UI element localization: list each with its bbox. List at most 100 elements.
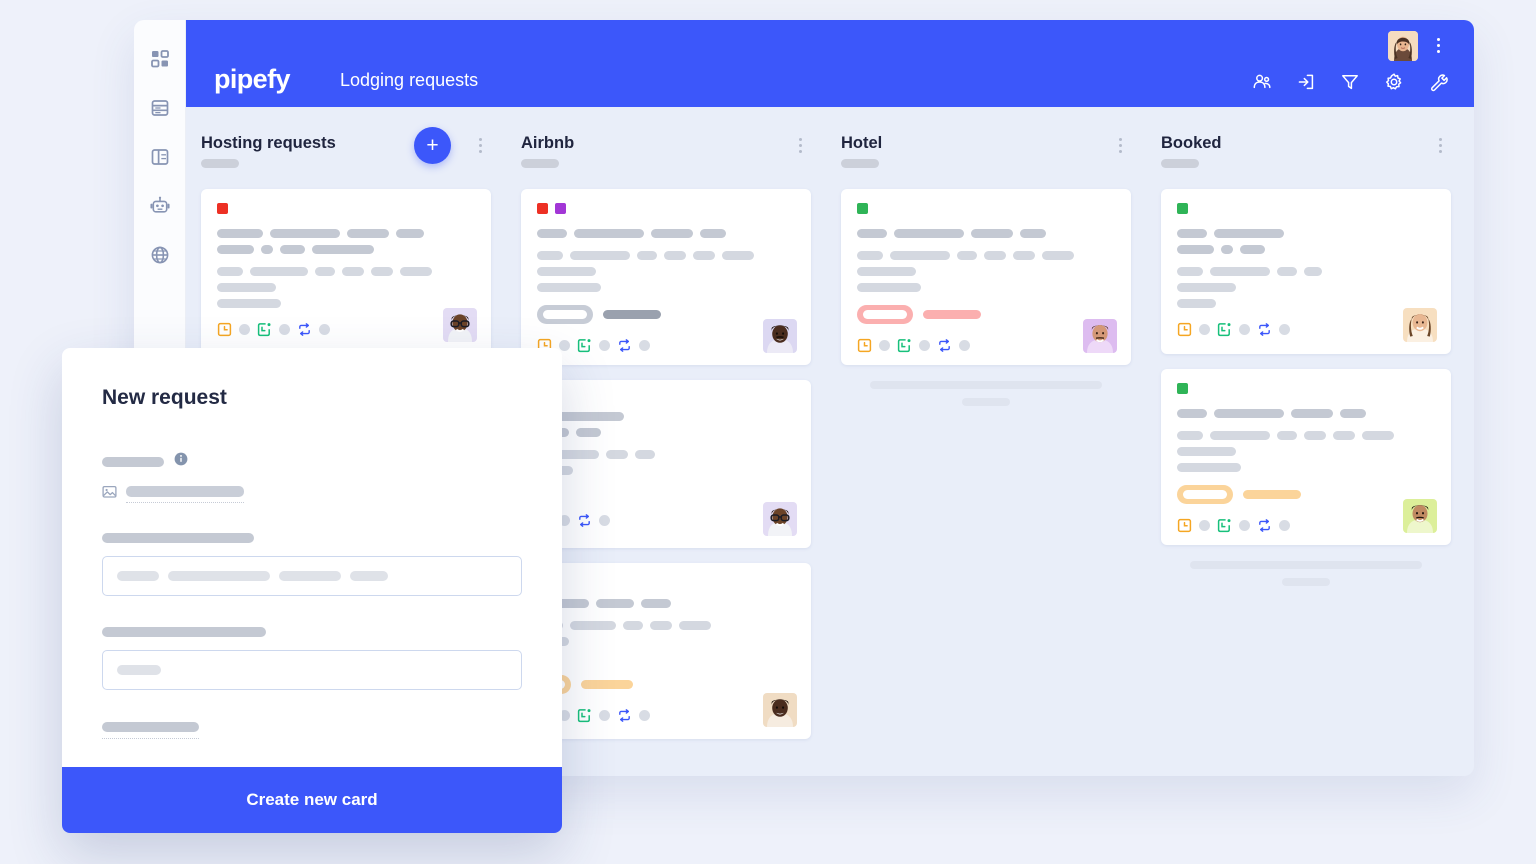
image-field-icon[interactable]: [102, 485, 117, 504]
clock-icon: [1177, 518, 1192, 533]
board-card[interactable]: [1161, 369, 1451, 545]
column-menu-button[interactable]: [1433, 135, 1447, 155]
column-title: Booked: [1161, 134, 1222, 152]
card-text-placeholder: [537, 599, 795, 608]
card-text-placeholder: [537, 450, 795, 459]
calendar-icon: [577, 708, 592, 723]
card-meta-placeholder: [599, 710, 610, 721]
card-avatar: [1083, 319, 1117, 353]
card-text-placeholder: [537, 466, 795, 475]
board-card[interactable]: [201, 189, 491, 354]
request-detail-input[interactable]: [102, 556, 522, 596]
ghost-bar: [962, 398, 1010, 406]
card-text-placeholder: [1177, 229, 1435, 238]
column-load-more-placeholder: [841, 381, 1131, 406]
robot-icon[interactable]: [147, 193, 173, 219]
card-text-placeholder: [1177, 299, 1435, 308]
input-value-placeholder: [117, 665, 161, 675]
card-footer: [537, 708, 795, 723]
board-card[interactable]: [1161, 189, 1451, 354]
database-icon[interactable]: [147, 95, 173, 121]
board-card[interactable]: [841, 189, 1131, 365]
create-new-card-label: Create new card: [246, 790, 378, 809]
card-avatar: [1403, 308, 1437, 342]
card-badge-bar: [581, 680, 633, 689]
filter-icon[interactable]: [1340, 72, 1360, 92]
board-layout-icon[interactable]: [147, 144, 173, 170]
import-icon[interactable]: [1296, 72, 1316, 92]
clock-icon: [217, 322, 232, 337]
calendar-icon: [577, 338, 592, 353]
card-meta-placeholder: [1239, 520, 1250, 531]
card-text-placeholder: [537, 653, 795, 662]
sync-icon: [577, 513, 592, 528]
calendar-icon: [1217, 518, 1232, 533]
column-title: Airbnb: [521, 134, 575, 152]
sync-icon: [937, 338, 952, 353]
board-card[interactable]: [521, 189, 811, 365]
sync-icon: [1257, 322, 1272, 337]
sync-icon: [617, 338, 632, 353]
card-text-placeholder: [1177, 245, 1435, 254]
card-label-swatch: [537, 203, 548, 214]
card-meta-placeholder: [239, 324, 250, 335]
card-meta-placeholder: [1279, 324, 1290, 335]
form-field-label-placeholder: [102, 533, 254, 543]
column-menu-button[interactable]: [473, 135, 487, 155]
wrench-icon[interactable]: [1428, 72, 1448, 92]
new-request-modal: New request Create new card: [62, 348, 562, 833]
column-menu-button[interactable]: [1113, 135, 1127, 155]
card-meta-placeholder: [639, 710, 650, 721]
column-header: Airbnb: [521, 129, 811, 189]
request-note-input[interactable]: [102, 650, 522, 690]
card-text-placeholder: [537, 482, 795, 491]
create-new-card-button[interactable]: Create new card: [62, 767, 562, 833]
card-status-badge: [1177, 485, 1233, 504]
card-text-placeholder: [537, 637, 795, 646]
card-meta-placeholder: [639, 340, 650, 351]
screen-root: pipefy Lodging requests Hosting requests…: [0, 0, 1536, 864]
page-title: Lodging requests: [340, 70, 479, 90]
globe-icon[interactable]: [147, 242, 173, 268]
card-status-badge: [537, 305, 593, 324]
card-labels: [217, 203, 475, 214]
column-title: Hotel: [841, 134, 883, 152]
input-value-placeholder: [168, 571, 270, 581]
card-text-placeholder: [537, 428, 795, 437]
add-card-button[interactable]: +: [414, 127, 451, 164]
card-meta-placeholder: [919, 340, 930, 351]
column-count-placeholder: [521, 159, 559, 168]
card-text-placeholder: [1177, 463, 1435, 472]
board-column: Hotel: [826, 129, 1146, 776]
avatar[interactable]: [1388, 31, 1418, 61]
more-options-button[interactable]: [1430, 34, 1446, 56]
input-value-placeholder: [350, 571, 388, 581]
card-text-placeholder: [537, 283, 795, 292]
clock-icon: [857, 338, 872, 353]
dashboard-icon[interactable]: [147, 46, 173, 72]
card-text-placeholder: [1177, 283, 1435, 292]
board-card[interactable]: [521, 380, 811, 548]
gear-icon[interactable]: [1384, 72, 1404, 92]
column-load-more-placeholder: [1161, 561, 1451, 586]
card-label-swatch: [217, 203, 228, 214]
card-labels: [537, 203, 795, 214]
sync-icon: [617, 708, 632, 723]
card-text-placeholder: [1177, 409, 1435, 418]
card-footer: [537, 338, 795, 353]
card-meta-placeholder: [1199, 324, 1210, 335]
card-meta-placeholder: [1279, 520, 1290, 531]
card-text-placeholder: [217, 283, 475, 292]
card-text-placeholder: [857, 251, 1115, 260]
info-icon[interactable]: [174, 452, 188, 471]
column-count-placeholder: [1161, 159, 1199, 168]
pipefy-logo[interactable]: pipefy: [214, 64, 291, 95]
board-card[interactable]: [521, 563, 811, 739]
column-header: Booked: [1161, 129, 1451, 189]
card-text-placeholder: [1177, 431, 1435, 440]
column-menu-button[interactable]: [793, 135, 807, 155]
topbar-icon-group: [1252, 72, 1448, 92]
members-icon[interactable]: [1252, 72, 1272, 92]
card-meta-placeholder: [879, 340, 890, 351]
card-avatar: [1403, 499, 1437, 533]
